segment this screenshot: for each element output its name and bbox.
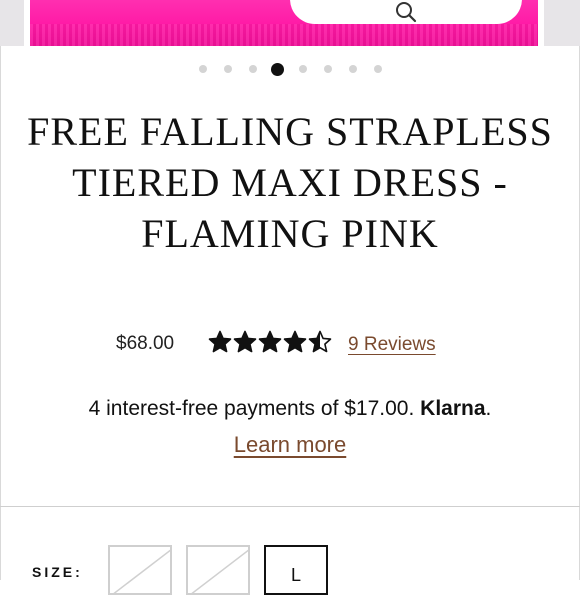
carousel-dot[interactable] [248, 65, 257, 73]
carousel-dot[interactable] [348, 65, 357, 73]
installment-period: . [485, 397, 492, 420]
carousel-pagination [0, 62, 580, 76]
size-option-label: L [290, 565, 301, 585]
left-border [0, 0, 1, 580]
carousel-dot[interactable] [373, 65, 382, 73]
product-title: FREE FALLING STRAPLESS TIERED MAXI DRESS… [27, 109, 553, 256]
klarna-installment-message: 4 interest-free payments of $17.00. Klar… [0, 397, 580, 421]
star-icon [258, 330, 282, 353]
reviews-link[interactable]: 9 Reviews [348, 334, 436, 356]
product-image[interactable] [30, 0, 538, 46]
learn-more-row: Learn more [0, 432, 580, 458]
star-rating [208, 330, 334, 360]
unavailable-strike-icon [113, 549, 170, 593]
klarna-logo-text: Klarna [420, 397, 486, 420]
star-icon [233, 330, 257, 353]
dress-fabric-texture [30, 24, 538, 46]
unavailable-strike-icon [191, 549, 248, 593]
product-image-carousel[interactable] [0, 0, 580, 46]
star-icon [308, 330, 332, 353]
carousel-dot[interactable] [298, 65, 307, 73]
product-price: $68.00 [116, 333, 175, 354]
next-slide-image[interactable] [544, 0, 580, 46]
previous-slide-image[interactable] [0, 0, 24, 46]
carousel-dot[interactable] [223, 65, 232, 73]
zoom-button[interactable] [290, 0, 522, 24]
carousel-dot[interactable] [198, 65, 207, 73]
search-icon [396, 2, 417, 23]
section-divider [0, 506, 580, 507]
star-icon [208, 330, 232, 353]
installment-text: 4 interest-free payments of $17.00. [88, 397, 415, 420]
size-option-3[interactable]: L [264, 545, 328, 595]
carousel-dot[interactable] [323, 65, 332, 73]
price-rating-row: $68.00 9 Reviews [0, 330, 580, 360]
star-icon [283, 330, 307, 353]
size-option-1[interactable] [108, 545, 172, 595]
carousel-dot[interactable] [271, 62, 284, 76]
learn-more-link[interactable]: Learn more [234, 432, 347, 457]
size-label: SIZE: [32, 564, 83, 580]
size-option-2[interactable] [186, 545, 250, 595]
